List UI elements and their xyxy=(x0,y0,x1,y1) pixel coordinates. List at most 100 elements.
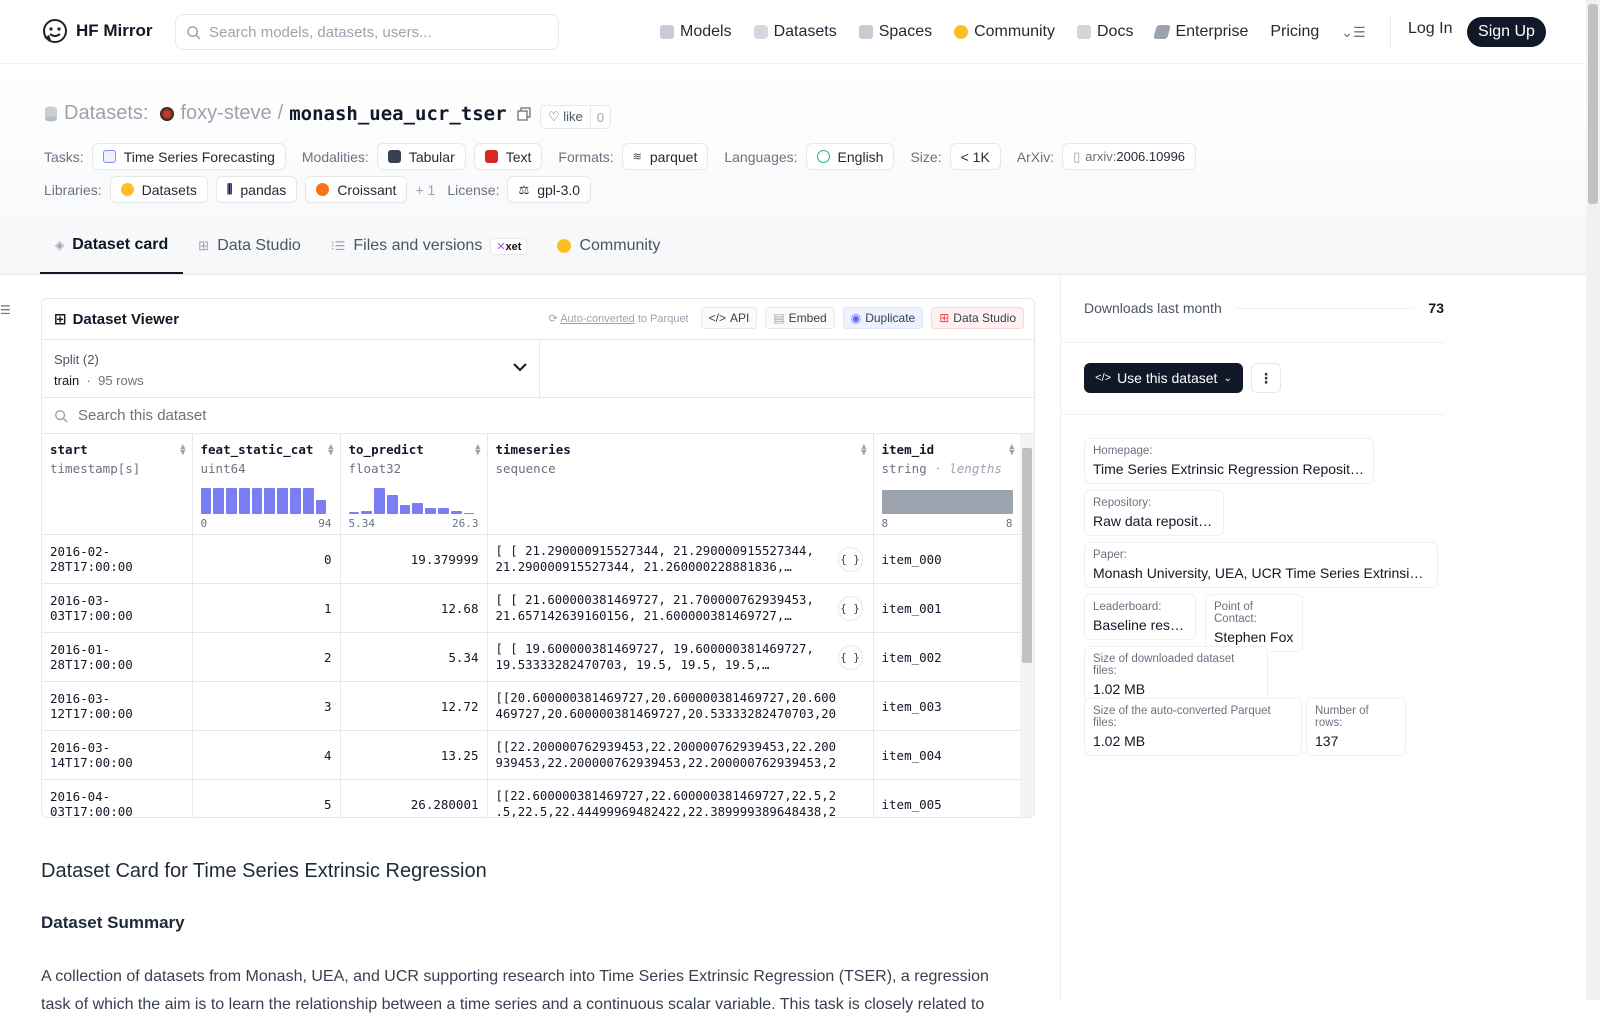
nav-docs[interactable]: Docs xyxy=(1077,23,1133,41)
cell-timeseries[interactable]: [[22.600000381469727,22.600000381469727,… xyxy=(487,779,874,817)
sort-icon[interactable]: ▲ ▼ xyxy=(1009,443,1014,458)
info-card[interactable]: Paper: Monash University, UEA, UCR Time S… xyxy=(1084,542,1438,588)
json-expand-icon[interactable]: { } xyxy=(837,596,863,621)
nav-community[interactable]: Community xyxy=(954,23,1055,41)
tab-community[interactable]: Community xyxy=(542,232,675,274)
embed-button[interactable]: ▤ Embed xyxy=(765,307,835,329)
info-card[interactable]: Point of Contact: Stephen Fox xyxy=(1205,594,1303,652)
sort-icon[interactable]: ▲ ▼ xyxy=(475,443,480,458)
repo-name[interactable]: monash_uea_ucr_tser xyxy=(289,103,506,125)
table-row[interactable]: 2016-03-03T17:00:00 1 12.68 [ [ 21.60000038… xyxy=(42,583,1022,633)
auto-converted-note[interactable]: ⟳ Auto-converted to Parquet xyxy=(549,312,689,325)
like-button[interactable]: ♡ like 0 xyxy=(540,105,612,129)
table-scrollbar-thumb[interactable] xyxy=(1022,448,1032,663)
table-row[interactable]: 2016-03-12T17:00:00 3 12.72 [[20.6000003814… xyxy=(42,681,1022,731)
datasets-label[interactable]: Datasets: xyxy=(64,102,148,125)
sort-icon[interactable]: ▲ ▼ xyxy=(861,443,866,458)
cell-to-predict[interactable]: 12.68 xyxy=(340,583,488,633)
cell-start[interactable]: 2016-02-28T17:00:00 xyxy=(42,534,193,584)
col-feat-static-cat[interactable]: feat_static_cat uint64 0 94 ▲ ▼ xyxy=(192,434,341,535)
cell-feat-static-cat[interactable]: 2 xyxy=(192,632,341,682)
dataset-search-input[interactable]: Search this dataset xyxy=(42,398,1034,434)
cell-item-id[interactable]: item_005 xyxy=(873,779,1022,817)
tab-files[interactable]: ⁝☰ Files and versions ✕xet xyxy=(316,232,543,274)
cell-timeseries[interactable]: [[22.200000762939453,22.200000762939453,… xyxy=(487,730,874,780)
table-row[interactable]: 2016-01-28T17:00:00 2 5.34 [ [ 19.600000381… xyxy=(42,632,1022,682)
brand-logo[interactable]: HF Mirror xyxy=(42,18,153,44)
duplicate-button[interactable]: ◉ Duplicate xyxy=(842,307,924,329)
modality-text-tag[interactable]: Text xyxy=(473,143,543,170)
cell-to-predict[interactable]: 5.34 xyxy=(340,632,488,682)
table-row[interactable]: 2016-03-14T17:00:00 4 13.25 [[22.2000007629… xyxy=(42,730,1022,780)
table-scrollbar[interactable] xyxy=(1020,434,1034,817)
data-studio-button[interactable]: ⊞ Data Studio xyxy=(931,307,1024,329)
cell-start[interactable]: 2016-03-14T17:00:00 xyxy=(42,730,193,780)
copy-icon[interactable] xyxy=(516,106,531,121)
col-item-id[interactable]: item_id string · lengths 8 8 ▲ ▼ xyxy=(873,434,1022,535)
cell-start[interactable]: 2016-01-28T17:00:00 xyxy=(42,632,193,682)
tab-data-studio[interactable]: ⊞ Data Studio xyxy=(183,232,316,274)
info-card[interactable]: Repository: Raw data repository xyxy=(1084,490,1224,536)
nav-enterprise[interactable]: Enterprise xyxy=(1153,23,1248,41)
nav-spaces[interactable]: Spaces xyxy=(858,23,932,41)
global-search-input[interactable]: Search models, datasets, users... xyxy=(175,14,559,50)
toc-toggle-icon[interactable]: ☰ xyxy=(0,303,11,317)
cell-item-id[interactable]: item_001 xyxy=(873,583,1022,633)
login-link[interactable]: Log In xyxy=(1408,20,1452,38)
col-to-predict[interactable]: to_predict float32 5.34 26.3 ▲ ▼ xyxy=(340,434,488,535)
more-options-icon[interactable]: ⋮ xyxy=(1251,363,1281,393)
nav-datasets[interactable]: Datasets xyxy=(753,23,837,41)
nav-pricing[interactable]: Pricing xyxy=(1270,23,1319,41)
signup-button[interactable]: Sign Up xyxy=(1467,17,1546,47)
tab-dataset-card[interactable]: ◈ Dataset card xyxy=(40,232,184,274)
cell-feat-static-cat[interactable]: 1 xyxy=(192,583,341,633)
info-card[interactable]: Leaderboard: Baseline results xyxy=(1084,594,1196,640)
cell-to-predict[interactable]: 19.379999 xyxy=(340,534,488,584)
cell-item-id[interactable]: item_000 xyxy=(873,534,1022,584)
license-tag[interactable]: ⚖ gpl-3.0 xyxy=(507,176,592,203)
cell-item-id[interactable]: item_004 xyxy=(873,730,1022,780)
table-row[interactable]: 2016-02-28T17:00:00 0 19.379999 [ [ 21.2900… xyxy=(42,534,1022,584)
cell-to-predict[interactable]: 12.72 xyxy=(340,681,488,731)
cell-timeseries[interactable]: [ [ 21.290000915527344, 21.2900009155273… xyxy=(487,534,874,584)
modality-tabular-tag[interactable]: Tabular xyxy=(376,143,466,170)
col-start[interactable]: start timestamp[s] ▲ ▼ xyxy=(42,434,193,535)
library-datasets-tag[interactable]: Datasets xyxy=(109,176,208,203)
cell-to-predict[interactable]: 26.280001 xyxy=(340,779,488,817)
api-button[interactable]: </> API xyxy=(700,307,758,329)
language-tag[interactable]: English xyxy=(805,143,895,170)
table-row[interactable]: 2016-04-03T17:00:00 5 26.280001 [[22.600000… xyxy=(42,779,1022,817)
cell-timeseries[interactable]: [ [ 19.600000381469727, 19.6000003814697… xyxy=(487,632,874,682)
cell-item-id[interactable]: item_003 xyxy=(873,681,1022,731)
task-tag[interactable]: Time Series Forecasting xyxy=(91,143,286,170)
sort-icon[interactable]: ▲ ▼ xyxy=(180,443,185,458)
auto-converted-link[interactable]: Auto-converted xyxy=(560,313,635,325)
cell-timeseries[interactable]: [ [ 21.600000381469727, 21.7000007629394… xyxy=(487,583,874,633)
cell-item-id[interactable]: item_002 xyxy=(873,632,1022,682)
more-libraries[interactable]: + 1 xyxy=(415,182,435,198)
cell-feat-static-cat[interactable]: 4 xyxy=(192,730,341,780)
owner-link[interactable]: foxy-steve xyxy=(180,102,271,125)
json-expand-icon[interactable]: { } xyxy=(837,547,863,572)
page-scrollbar[interactable] xyxy=(1586,0,1600,1000)
size-tag[interactable]: < 1K xyxy=(949,143,1001,170)
cell-start[interactable]: 2016-03-12T17:00:00 xyxy=(42,681,193,731)
more-menu-icon[interactable]: ⌄☰ xyxy=(1341,24,1365,41)
cell-start[interactable]: 2016-04-03T17:00:00 xyxy=(42,779,193,817)
arxiv-tag[interactable]: ▯ arxiv: 2006.10996 xyxy=(1062,143,1197,170)
sort-icon[interactable]: ▲ ▼ xyxy=(328,443,333,458)
col-timeseries[interactable]: timeseries sequence ▲ ▼ xyxy=(487,434,874,535)
cell-start[interactable]: 2016-03-03T17:00:00 xyxy=(42,583,193,633)
cell-feat-static-cat[interactable]: 3 xyxy=(192,681,341,731)
cell-feat-static-cat[interactable]: 5 xyxy=(192,779,341,817)
library-croissant-tag[interactable]: Croissant xyxy=(305,176,408,203)
cell-feat-static-cat[interactable]: 0 xyxy=(192,534,341,584)
cell-timeseries[interactable]: [[20.600000381469727,20.600000381469727,… xyxy=(487,681,874,731)
split-selector[interactable]: Split (2) train · 95 rows xyxy=(42,340,540,397)
json-expand-icon[interactable]: { } xyxy=(837,645,863,670)
format-tag[interactable]: ≋ parquet xyxy=(621,143,709,170)
page-scrollbar-thumb[interactable] xyxy=(1588,4,1598,204)
info-card[interactable]: Homepage: Time Series Extrinsic Regressio… xyxy=(1084,438,1374,484)
library-pandas-tag[interactable]: ⫼ pandas xyxy=(215,176,298,203)
use-dataset-button[interactable]: </> Use this dataset ⌄ xyxy=(1084,363,1243,393)
